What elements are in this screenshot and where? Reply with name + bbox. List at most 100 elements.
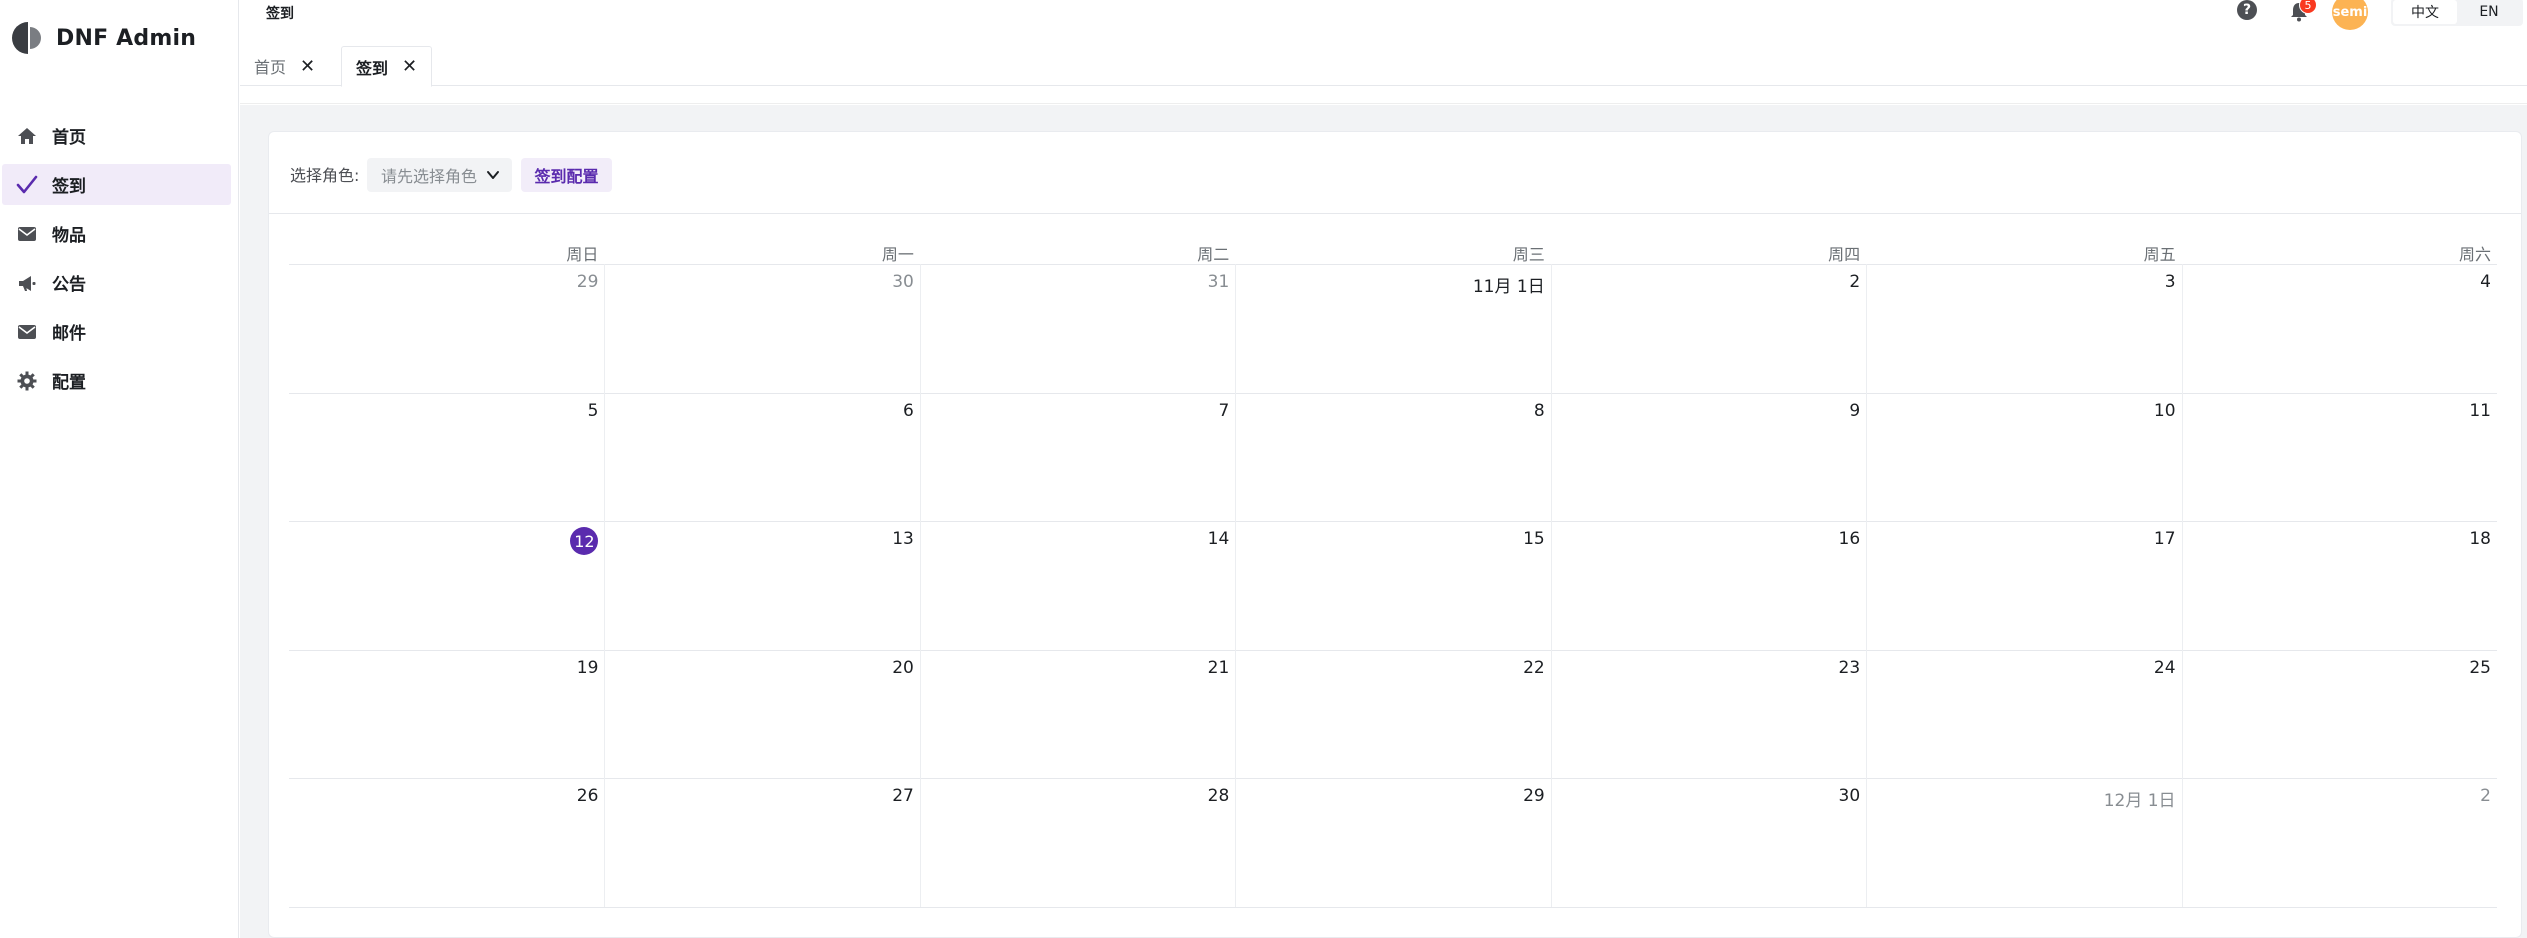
day-number: 30 — [1838, 786, 1861, 806]
sidebar-item-checkin[interactable]: 签到 — [2, 164, 231, 205]
today-day-number: 12 — [570, 527, 599, 555]
weekday-label: 周一 — [881, 245, 914, 264]
week-divider — [289, 906, 2497, 908]
day-number: 19 — [576, 657, 599, 678]
calendar-day-cell[interactable]: 17 — [1866, 522, 2180, 650]
megaphone-icon — [16, 272, 38, 294]
calendar-day-cell[interactable]: 30 — [604, 265, 918, 393]
calendar-day-cell[interactable]: 3 — [1866, 265, 2180, 393]
tab-label: 签到 — [356, 58, 389, 78]
avatar[interactable]: semi — [2332, 0, 2368, 30]
notifications-button[interactable]: 5 — [2290, 0, 2317, 26]
check-icon — [16, 174, 38, 196]
sidebar-item-settings[interactable]: 配置 — [2, 360, 231, 401]
calendar-day-cell[interactable]: 10 — [1866, 394, 2180, 522]
calendar-day-cell[interactable]: 29 — [1235, 779, 1549, 907]
day-number: 26 — [576, 786, 599, 806]
calendar-day-cell[interactable]: 5 — [289, 394, 603, 522]
day-number: 22 — [1523, 657, 1545, 678]
app-title: DNF Admin — [56, 25, 197, 51]
language-option-en[interactable]: EN — [2457, 0, 2521, 24]
day-number: 24 — [2153, 657, 2176, 678]
weekday-label: 周六 — [2459, 245, 2492, 264]
tab-label: 首页 — [254, 58, 287, 77]
day-number: 2 — [2480, 786, 2491, 806]
day-number: 6 — [903, 400, 914, 421]
calendar-day-cell[interactable]: 12月 1日 — [1866, 779, 2180, 907]
notification-badge: 5 — [2299, 0, 2317, 14]
day-number: 17 — [2153, 529, 2176, 549]
calendar-day-cell[interactable]: 4 — [2182, 265, 2496, 393]
tab-home[interactable]: 首页 ✕ — [240, 46, 329, 86]
calendar-day-cell[interactable]: 20 — [604, 651, 918, 779]
calendar-day-cell[interactable]: 15 — [1235, 522, 1549, 650]
day-number: 18 — [2469, 529, 2491, 549]
day-number: 29 — [576, 272, 599, 292]
calendar-day-cell[interactable]: 6 — [604, 394, 918, 522]
calendar-day-cell[interactable]: 13 — [604, 522, 918, 650]
sidebar-item-label: 公告 — [52, 275, 86, 295]
role-select[interactable]: 请先选择角色 — [367, 158, 512, 192]
calendar-day-cell[interactable]: 23 — [1551, 651, 1865, 779]
calendar-day-cell[interactable]: 16 — [1551, 522, 1865, 650]
sidebar-item-label: 签到 — [52, 177, 86, 197]
calendar-day-cell[interactable]: 11月 1日 — [1235, 265, 1549, 393]
close-icon[interactable]: ✕ — [402, 56, 417, 77]
mail-icon — [16, 223, 38, 245]
checkin-card: 选择角色: 请先选择角色 签到配置 周日 周一 周二 周三 周四 周五 周六 29 30 31 1… — [268, 131, 2522, 938]
calendar-day-cell[interactable]: 14 — [920, 522, 1234, 650]
weekday-label: 周四 — [1828, 245, 1861, 264]
calendar-day-cell[interactable]: 26 — [289, 779, 603, 907]
weekday-header: 周日 周一 周二 周三 周四 周五 周六 — [289, 232, 2497, 264]
day-number: 23 — [1838, 657, 1861, 678]
mail-icon — [16, 321, 38, 343]
calendar-day-cell[interactable]: 22 — [1235, 651, 1549, 779]
sidebar-item-items[interactable]: 物品 — [2, 213, 231, 254]
day-number: 14 — [1207, 529, 1230, 549]
role-select-placeholder: 请先选择角色 — [381, 167, 478, 186]
calendar-day-cell[interactable]: 8 — [1235, 394, 1549, 522]
calendar-day-cell[interactable]: 25 — [2182, 651, 2496, 779]
calendar-day-cell[interactable]: 28 — [920, 779, 1234, 907]
calendar-day-cell[interactable]: 31 — [920, 265, 1234, 393]
sidebar-item-label: 邮件 — [52, 324, 86, 344]
weekday-label: 周三 — [1512, 245, 1545, 264]
day-number: 15 — [1523, 529, 1545, 549]
sidebar-item-mail[interactable]: 邮件 — [2, 311, 231, 352]
day-number: 25 — [2469, 657, 2491, 678]
home-icon — [16, 125, 38, 147]
day-number: 11月 1日 — [1472, 277, 1545, 297]
logo-icon — [10, 20, 44, 56]
calendar-day-cell[interactable]: 2 — [1551, 265, 1865, 393]
top-header: 签到 首页 ✕ 签到 ✕ ? 5 semi 中文 EN — [240, 0, 2527, 104]
role-label: 选择角色: — [290, 166, 360, 185]
sidebar-item-home[interactable]: 首页 — [2, 115, 231, 156]
checkin-config-button[interactable]: 签到配置 — [521, 158, 612, 192]
calendar-day-cell[interactable]: 29 — [289, 265, 603, 393]
checkin-toolbar: 选择角色: 请先选择角色 签到配置 — [269, 132, 2521, 214]
calendar-day-cell[interactable]: 11 — [2182, 394, 2496, 522]
day-number: 10 — [2153, 400, 2176, 421]
calendar-day-cell[interactable]: 21 — [920, 651, 1234, 779]
calendar-day-cell[interactable]: 24 — [1866, 651, 2180, 779]
tab-checkin[interactable]: 签到 ✕ — [341, 46, 433, 87]
day-number: 2 — [1849, 272, 1861, 292]
app-logo[interactable]: DNF Admin — [10, 20, 196, 56]
calendar-day-cell[interactable]: 19 — [289, 651, 603, 779]
day-number: 8 — [1533, 400, 1545, 421]
help-icon: ? — [2237, 0, 2257, 20]
calendar-day-cell[interactable]: 7 — [920, 394, 1234, 522]
calendar-day-cell[interactable]: 2 — [2182, 779, 2496, 907]
day-number: 4 — [2480, 272, 2491, 292]
calendar-day-cell[interactable]: 30 — [1551, 779, 1865, 907]
language-option-zh[interactable]: 中文 — [2393, 0, 2457, 24]
calendar-day-cell[interactable]: 18 — [2182, 522, 2496, 650]
calendar-day-cell[interactable]: 9 — [1551, 394, 1865, 522]
calendar-day-cell[interactable]: 27 — [604, 779, 918, 907]
sidebar-item-announcements[interactable]: 公告 — [2, 262, 231, 303]
day-number: 16 — [1838, 529, 1861, 549]
day-number: 5 — [587, 400, 599, 421]
calendar-day-cell[interactable]: 12 — [289, 522, 603, 650]
day-number: 12月 1日 — [2103, 791, 2176, 811]
close-icon[interactable]: ✕ — [300, 56, 315, 77]
